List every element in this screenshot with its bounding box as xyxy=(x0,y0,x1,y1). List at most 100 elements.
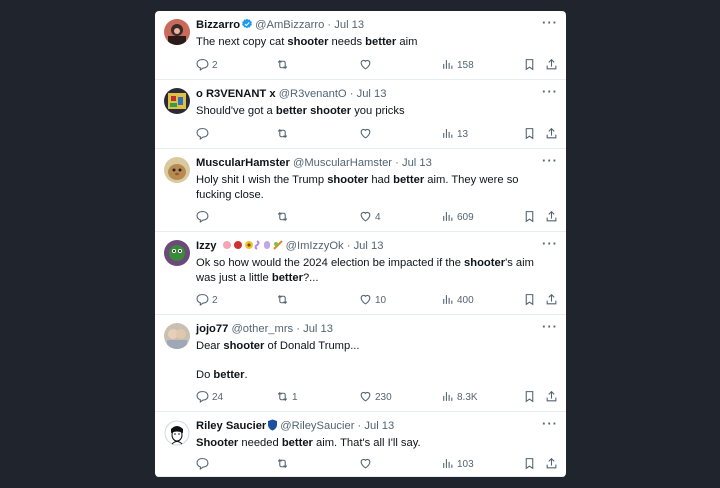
avatar[interactable] xyxy=(164,420,190,446)
share-button[interactable] xyxy=(545,58,558,74)
bookmark-button[interactable] xyxy=(523,58,536,74)
heart-icon xyxy=(359,391,375,403)
retweet-button[interactable]: 1 xyxy=(276,390,298,406)
handle[interactable]: @R3venantO xyxy=(279,88,347,100)
display-name[interactable]: o R3VENANT x xyxy=(196,88,276,100)
views-button[interactable]: 400 xyxy=(441,293,474,309)
text-segment: of Donald Trump... xyxy=(264,340,360,352)
views-button[interactable]: 103 xyxy=(441,457,474,473)
reply-button[interactable]: 24 xyxy=(196,390,223,406)
bookmark-button[interactable] xyxy=(523,127,536,143)
views-button[interactable]: 13 xyxy=(441,127,468,143)
timestamp[interactable]: Jul 13 xyxy=(357,88,387,100)
text-segment: needed xyxy=(238,437,282,449)
like-button[interactable] xyxy=(359,457,375,473)
timestamp[interactable]: Jul 13 xyxy=(334,19,364,31)
views-button[interactable]: 8.3K xyxy=(441,390,478,406)
retweet-button[interactable] xyxy=(276,127,292,143)
share-button[interactable] xyxy=(545,293,558,309)
handle[interactable]: @AmBizzarro xyxy=(255,19,324,31)
separator-dot: · xyxy=(395,157,399,169)
handle[interactable]: @other_mrs xyxy=(231,323,293,335)
heart-icon xyxy=(359,128,375,140)
retweet-icon xyxy=(276,458,292,470)
reply-button[interactable] xyxy=(196,210,212,226)
reply-icon xyxy=(196,59,212,71)
share-button[interactable] xyxy=(545,210,558,226)
views-count: 103 xyxy=(457,459,474,470)
display-name[interactable]: Riley Saucier xyxy=(196,420,266,432)
retweet-icon xyxy=(276,294,292,306)
timestamp[interactable]: Jul 13 xyxy=(354,240,384,252)
display-name[interactable]: Bizzarro xyxy=(196,19,240,31)
like-button[interactable]: 230 xyxy=(359,390,392,406)
more-options-icon[interactable]: ··· xyxy=(542,84,558,99)
separator-dot: · xyxy=(346,240,351,252)
reply-button[interactable] xyxy=(196,457,212,473)
reply-icon xyxy=(196,128,212,140)
retweet-icon xyxy=(276,59,292,71)
retweet-icon xyxy=(276,128,292,140)
heart-icon xyxy=(359,59,375,71)
views-button[interactable]: 158 xyxy=(441,58,474,74)
tweet-feed: Bizzarro @AmBizzarro · Jul 13 ··· The next … xyxy=(155,11,566,477)
bookmark-icon xyxy=(523,458,536,470)
timestamp[interactable]: Jul 13 xyxy=(303,323,333,335)
retweet-button[interactable] xyxy=(276,293,292,309)
views-count: 400 xyxy=(457,295,474,306)
text-segment: needs xyxy=(328,36,366,48)
like-button[interactable]: 4 xyxy=(359,210,381,226)
tweet-text: Should've got a better shooter you prick… xyxy=(196,104,556,119)
action-bar: 24 1 230 8.3K xyxy=(196,390,558,406)
like-button[interactable] xyxy=(359,127,375,143)
handle[interactable]: @MuscularHamster xyxy=(293,157,392,169)
text-segment: . xyxy=(244,369,248,381)
display-name[interactable]: MuscularHamster xyxy=(196,157,290,169)
like-button[interactable]: 10 xyxy=(359,293,386,309)
avatar[interactable] xyxy=(164,157,190,183)
views-button[interactable]: 609 xyxy=(441,210,474,226)
text-segment: Ok so how would the 2024 election be imp… xyxy=(196,257,465,269)
bookmark-button[interactable] xyxy=(523,210,536,226)
bookmark-button[interactable] xyxy=(523,390,536,406)
reply-button[interactable] xyxy=(196,127,212,143)
timestamp[interactable]: Jul 13 xyxy=(402,157,432,169)
share-button[interactable] xyxy=(545,390,558,406)
highlighted-term: better xyxy=(213,369,245,381)
avatar[interactable] xyxy=(164,88,190,114)
avatar[interactable] xyxy=(164,323,190,349)
share-button[interactable] xyxy=(545,127,558,143)
tweet-header: MuscularHamster @MuscularHamster · Jul 1… xyxy=(196,156,432,170)
more-options-icon[interactable]: ··· xyxy=(542,153,558,168)
timestamp[interactable]: Jul 13 xyxy=(364,420,394,432)
handle[interactable]: @RileySaucier xyxy=(280,420,354,432)
avatar[interactable] xyxy=(164,19,190,45)
share-button[interactable] xyxy=(545,457,558,473)
handle[interactable]: @ImIzzyOk xyxy=(286,240,344,252)
retweet-button[interactable] xyxy=(276,457,292,473)
display-name[interactable]: jojo77 xyxy=(196,323,228,335)
replies-count: 2 xyxy=(212,295,218,306)
reply-button[interactable]: 2 xyxy=(196,293,218,309)
tweet-header: Riley Saucier @RileySaucier · Jul 13 xyxy=(196,419,394,435)
more-options-icon[interactable]: ··· xyxy=(542,416,558,431)
retweets-count: 1 xyxy=(292,392,298,403)
text-segment: Dear xyxy=(196,340,224,352)
avatar[interactable] xyxy=(164,240,190,266)
display-name[interactable]: Izzy xyxy=(196,240,217,252)
analytics-icon xyxy=(441,60,457,71)
like-button[interactable] xyxy=(359,58,375,74)
reply-button[interactable]: 2 xyxy=(196,58,218,74)
highlighted-term: shooter xyxy=(464,257,506,269)
more-options-icon[interactable]: ··· xyxy=(542,319,558,334)
bookmark-button[interactable] xyxy=(523,293,536,309)
more-options-icon[interactable]: ··· xyxy=(542,236,558,251)
retweet-button[interactable] xyxy=(276,210,292,226)
text-segment: you pricks xyxy=(351,105,405,117)
bookmark-button[interactable] xyxy=(523,457,536,473)
tweet: Riley Saucier @RileySaucier · Jul 13 ··· Sh… xyxy=(155,412,566,477)
more-options-icon[interactable]: ··· xyxy=(542,15,558,30)
tweet-text: Dear shooter of Donald Trump... Do bette… xyxy=(196,339,556,383)
highlighted-term: Shooter xyxy=(196,437,239,449)
retweet-button[interactable] xyxy=(276,58,292,74)
